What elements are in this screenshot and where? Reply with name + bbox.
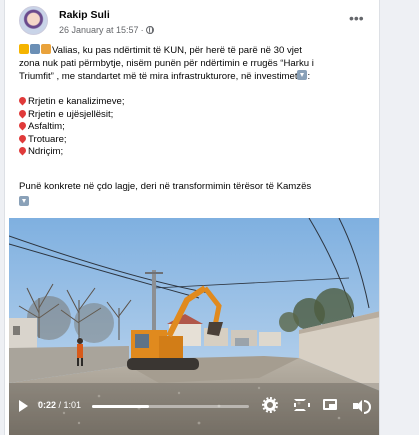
intro-line-2: zona nuk pati përmbytje, nisëm punën për… xyxy=(19,57,314,69)
list-item: Trotuare; xyxy=(17,133,375,147)
text-line: Triumfit” , me standartet më të mira inf… xyxy=(19,70,311,83)
list-item: Asfaltim; xyxy=(17,120,375,134)
truck-emoji-icon xyxy=(41,44,51,54)
closing-line: Punë konkrete në çdo lagje, deri në tran… xyxy=(19,181,312,192)
list-item-label: Rrjetin e kanalizimeve; xyxy=(28,96,125,107)
intro-line-1: Valias, ku pas ndërtimit të KUN, për her… xyxy=(52,45,302,56)
picture-in-picture-icon[interactable] xyxy=(323,399,337,410)
pin-icon xyxy=(17,108,28,119)
fullscreen-icon[interactable] xyxy=(294,399,310,411)
post-text: Valias, ku pas ndërtimit të KUN, për her… xyxy=(19,44,375,84)
pin-icon xyxy=(17,95,28,106)
list-item: Rrjetin e ujësjellësit; xyxy=(17,108,375,122)
warning-emoji-icon xyxy=(19,44,29,54)
down-arrow-icon xyxy=(297,70,308,81)
post-meta: 26 January at 15:57 · xyxy=(59,25,154,35)
post-date[interactable]: 26 January at 15:57 xyxy=(59,25,139,35)
video-controls: 0:22 / 1:01 xyxy=(5,394,379,416)
pin-icon xyxy=(17,133,28,144)
current-time: 0:22 xyxy=(38,400,57,410)
gear-icon[interactable] xyxy=(262,397,278,413)
play-icon[interactable] xyxy=(19,400,28,412)
more-options-icon[interactable]: ••• xyxy=(349,11,364,25)
video-time: 0:22 / 1:01 xyxy=(38,400,81,410)
list-item-label: Ndriçim; xyxy=(28,146,64,158)
items-list: Rrjetin e kanalizimeve; Rrjetin e ujësje… xyxy=(17,95,375,159)
pin-icon xyxy=(17,145,28,156)
list-item-label: Trotuare; xyxy=(28,133,67,145)
list-item-label: Rrjetin e ujësjellësit; xyxy=(28,108,114,120)
text-line: Valias, ku pas ndërtimit të KUN, për her… xyxy=(19,44,375,58)
closing-text: Punë konkrete në çdo lagje, deri në tran… xyxy=(19,181,375,209)
down-arrow-icon xyxy=(19,195,29,206)
list-item: Rrjetin e kanalizimeve; xyxy=(17,95,375,109)
volume-icon[interactable] xyxy=(353,400,371,414)
pin-icon xyxy=(17,120,28,131)
avatar[interactable] xyxy=(19,6,48,35)
duration: / 1:01 xyxy=(58,400,82,410)
post-header: Rakip Suli 26 January at 15:57 · ••• xyxy=(5,0,379,44)
progress-bar[interactable] xyxy=(92,405,249,408)
list-item-label: Asfaltim; xyxy=(28,121,65,133)
post-card: Rakip Suli 26 January at 15:57 · ••• Vali… xyxy=(4,0,380,435)
progress-fill xyxy=(92,405,149,408)
author-name[interactable]: Rakip Suli xyxy=(59,9,110,21)
intro-line-3: Triumfit” , me standartet më të mira inf… xyxy=(19,71,298,83)
tools-emoji-icon xyxy=(30,44,40,54)
globe-icon xyxy=(145,26,154,34)
list-item: Ndriçim; xyxy=(17,145,375,159)
